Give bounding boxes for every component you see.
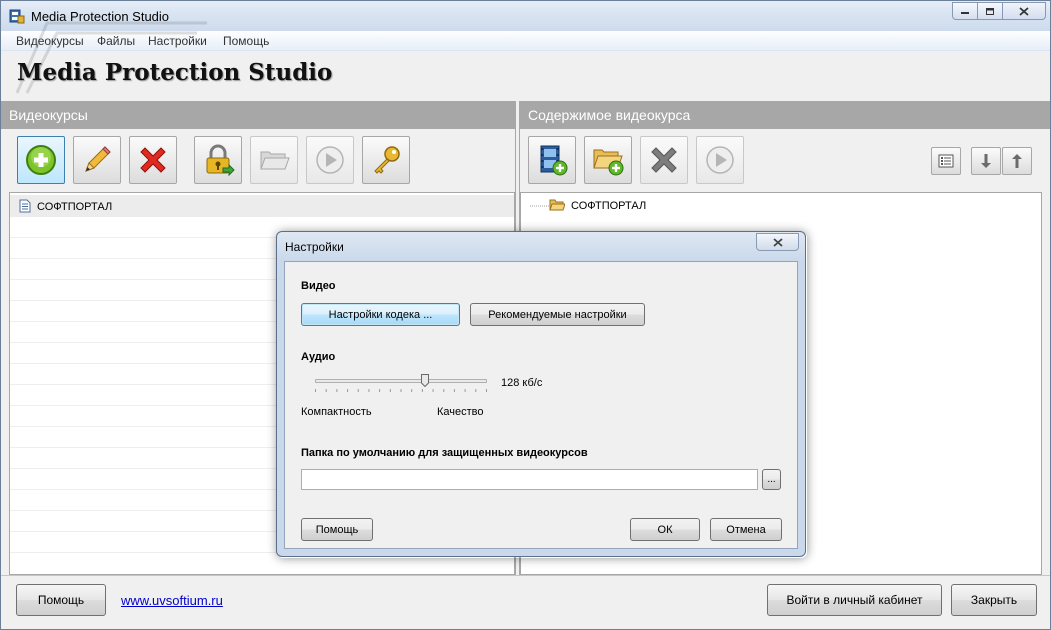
help-button[interactable]: Помощь [16,584,106,616]
arrow-up-icon [1012,154,1022,168]
default-folder-label: Папка по умолчанию для защищенных видеок… [301,447,588,459]
audio-quality-slider-thumb[interactable] [421,374,430,387]
audio-quality-slider-track[interactable] [315,379,487,383]
dialog-help-button[interactable]: Помощь [301,518,373,541]
play-icon [316,146,344,174]
maximize-button[interactable] [977,2,1003,20]
codec-settings-button[interactable]: Настройки кодека ... [301,303,460,326]
lock-icon [206,144,235,177]
cancel-button[interactable]: Отмена [710,518,782,541]
add-course-button[interactable] [17,136,65,184]
website-link[interactable]: www.uvsoftium.ru [121,593,223,608]
menu-item-help[interactable]: Помощь [223,34,269,48]
open-folder-button[interactable] [250,136,298,184]
add-icon [26,145,56,175]
play-course-button[interactable] [306,136,354,184]
left-panel-header: Видеокурсы [1,101,515,129]
close-icon [1019,6,1029,16]
properties-icon [938,154,954,168]
pencil-icon [85,146,111,172]
menu-item-files[interactable]: Файлы [97,34,135,48]
restore-icon [986,7,994,15]
delete-item-button[interactable] [640,136,688,184]
close-app-button[interactable]: Закрыть [951,584,1037,616]
dialog-close-button[interactable] [756,233,799,251]
close-window-button[interactable] [1002,2,1046,20]
slider-min-label: Компактность [301,406,372,418]
default-folder-input[interactable] [301,469,758,490]
right-toolbar [520,129,1050,192]
video-section-label: Видео [301,280,336,292]
delete-icon [651,147,677,173]
app-icon [9,9,25,24]
move-down-button[interactable] [971,147,1001,175]
play-icon [706,146,734,174]
add-video-icon [540,145,568,176]
key-icon [374,146,400,174]
folder-icon [549,199,565,211]
ok-button[interactable]: ОК [630,518,700,541]
browse-folder-button[interactable]: ... [762,469,781,490]
add-video-button[interactable] [528,136,576,184]
window-title: Media Protection Studio [31,9,170,24]
move-up-button[interactable] [1002,147,1032,175]
add-folder-icon [593,149,624,176]
play-item-button[interactable] [696,136,744,184]
right-panel-header: Содержимое видеокурса [520,101,1050,129]
dialog-body: Видео Настройки кодека ... Рекомендуемые… [284,261,798,549]
close-icon [772,237,783,247]
add-folder-button[interactable] [584,136,632,184]
menu-bar: Видеокурсы Файлы Настройки Помощь [1,31,1050,51]
personal-cabinet-button[interactable]: Войти в личный кабинет [767,584,942,616]
dialog-title: Настройки [285,240,344,254]
delete-icon [140,147,166,173]
settings-dialog: Настройки Видео Настройки кодека ... Рек… [276,231,806,557]
tree-connector [530,205,550,207]
recommended-settings-button[interactable]: Рекомендуемые настройки [470,303,645,326]
tree-item-label[interactable]: СОФТПОРТАЛ [571,200,646,212]
minimize-icon [961,12,969,14]
audio-section-label: Аудио [301,351,336,363]
document-icon [19,199,31,213]
folder-open-icon [260,151,290,170]
menu-item-settings[interactable]: Настройки [148,34,207,48]
left-toolbar [1,129,515,192]
menu-item-videocourses[interactable]: Видеокурсы [16,34,84,48]
title-bar[interactable]: Media Protection Studio [1,1,1050,31]
bitrate-value: 128 кб/с [501,377,543,389]
bottom-bar: Помощь www.uvsoftium.ru Войти в личный к… [1,575,1050,629]
edit-course-button[interactable] [73,136,121,184]
app-heading: Media Protection Studio [17,59,333,86]
slider-max-label: Качество [437,406,484,418]
key-button[interactable] [362,136,410,184]
arrow-down-icon [981,154,991,168]
minimize-button[interactable] [952,2,978,20]
protect-course-button[interactable] [194,136,242,184]
properties-button[interactable] [931,147,961,175]
delete-course-button[interactable] [129,136,177,184]
slider-ticks [315,389,487,392]
course-item-label: СОФТПОРТАЛ [37,201,113,213]
